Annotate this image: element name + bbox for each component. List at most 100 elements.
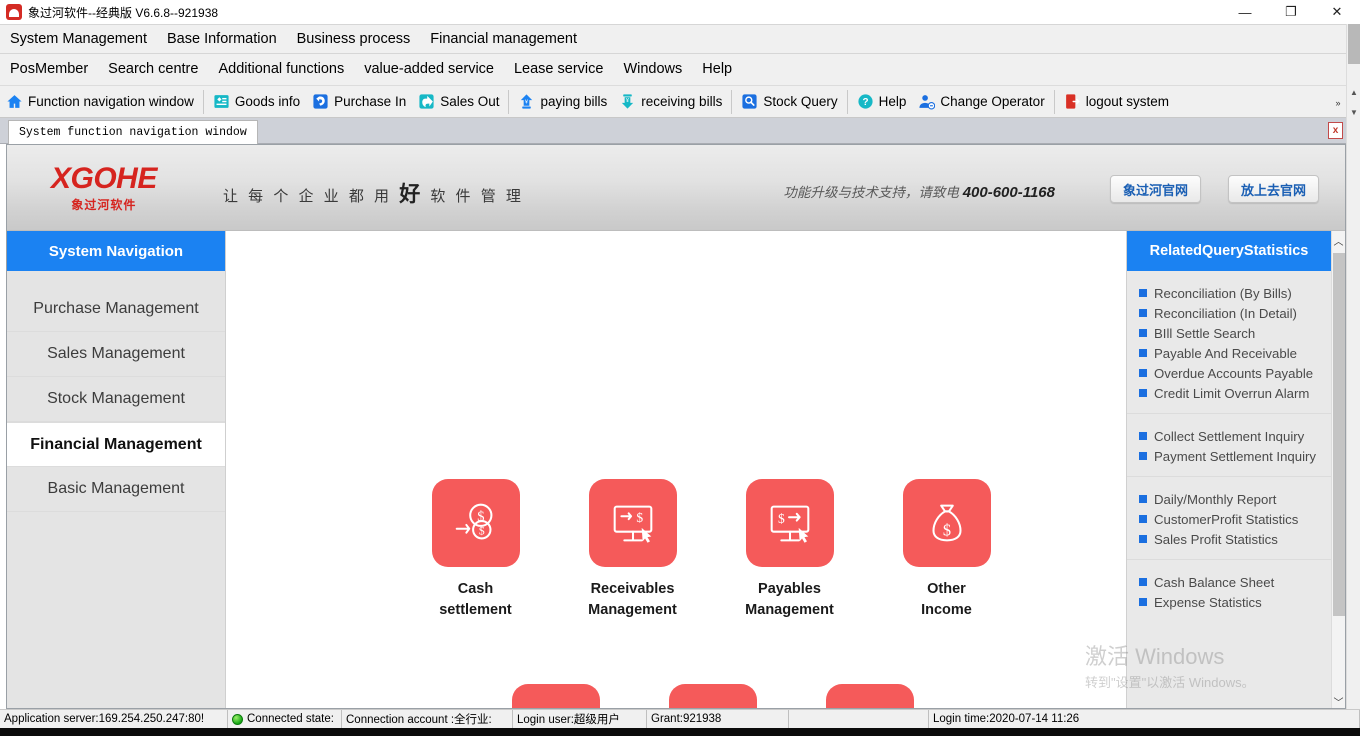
go-to-site-button-label: 放上去官网	[1240, 182, 1306, 198]
official-site-button[interactable]: 象过河官网	[1109, 175, 1201, 203]
right-panel-item-sales-profit-statistics[interactable]: Sales Profit Statistics	[1127, 529, 1331, 549]
right-panel-item-credit-limit-overrun-alarm[interactable]: Credit Limit Overrun Alarm	[1127, 383, 1331, 403]
menu-item-additional-functions[interactable]: Additional functions	[208, 62, 354, 77]
menu-item-system-management[interactable]: System Management	[0, 32, 157, 47]
toolbar-button-change-operator[interactable]: Change Operator	[912, 89, 1050, 115]
menu-item-search-centre[interactable]: Search centre	[98, 62, 208, 77]
right-panel-item-cash-balance-sheet[interactable]: Cash Balance Sheet	[1127, 572, 1331, 592]
scroll-down-icon[interactable]: ▼	[1347, 104, 1360, 120]
right-panel-item-payment-settlement-inquiry[interactable]: Payment Settlement Inquiry	[1127, 446, 1331, 466]
go-to-site-button[interactable]: 放上去官网	[1227, 175, 1319, 203]
menu-item-windows[interactable]: Windows	[613, 62, 692, 77]
bullet-square-icon	[1139, 389, 1147, 397]
function-tile-label: Cash settlement	[439, 579, 512, 621]
window-scrollbar[interactable]: ▲ ▼	[1346, 24, 1360, 718]
toolbar-button-label: Stock Query	[763, 94, 838, 109]
right-panel-item-customerprofit-statistics[interactable]: CustomerProfit Statistics	[1127, 509, 1331, 529]
right-panel-item-reconciliation-in-detail[interactable]: Reconciliation (In Detail)	[1127, 303, 1331, 323]
right-panel-item-label: Daily/Monthly Report	[1154, 491, 1277, 507]
menu-bar-secondary: PosMember Search centre Additional functio…	[0, 53, 1346, 85]
toolbar-button-goods-info[interactable]: Goods info	[207, 89, 306, 115]
sidebar-item-basic-management[interactable]: Basic Management	[7, 467, 225, 512]
support-phone-number: 400-600-1168	[962, 184, 1055, 201]
toolbar-group-3: Stock Query	[735, 89, 843, 115]
maximize-button[interactable]: ❐	[1268, 0, 1314, 24]
sidebar-header: System Navigation	[7, 231, 225, 271]
window-scrollbar-thumb[interactable]	[1348, 24, 1360, 64]
right-panel-item-bill-settle-search[interactable]: BIll Settle Search	[1127, 323, 1331, 343]
right-panel-scrollbar-thumb[interactable]	[1333, 253, 1345, 616]
function-tile-cash-settlement[interactable]: $ $ Cash settlement	[397, 479, 554, 621]
sidebar-item-purchase-management[interactable]: Purchase Management	[7, 287, 225, 332]
sidebar-item-sales-management[interactable]: Sales Management	[7, 332, 225, 377]
right-panel-item-payable-and-receivable[interactable]: Payable And Receivable	[1127, 343, 1331, 363]
question-icon: ?	[857, 93, 874, 110]
menu-item-posmember[interactable]: PosMember	[0, 62, 98, 77]
sidebar-item-label: Purchase Management	[33, 300, 199, 317]
goods-icon	[213, 93, 230, 110]
toolbar-button-label: Goods info	[234, 94, 301, 109]
function-tile-label-line1: Other	[927, 581, 966, 597]
title-bar: 象过河软件--经典版 V6.6.8--921938 — ❐ ✕	[0, 0, 1360, 24]
menu-item-base-information[interactable]: Base Information	[157, 32, 287, 47]
right-panel-item-label: Payment Settlement Inquiry	[1154, 448, 1316, 464]
svg-text:$: $	[478, 525, 484, 538]
tab-label: System function navigation window	[19, 126, 247, 139]
down-arrow-icon: ¥	[619, 93, 636, 110]
toolbar-button-stock-query[interactable]: Stock Query	[735, 89, 843, 115]
right-panel-scroll-up-icon[interactable]: ︿	[1332, 231, 1345, 249]
toolbar-group-1: Goods info Purchase In Sales Out	[207, 89, 506, 115]
menu-item-value-added-service[interactable]: value-added service	[354, 62, 504, 77]
right-panel-item-label: Sales Profit Statistics	[1154, 531, 1278, 547]
function-tile-other-income[interactable]: $ Other Income	[868, 479, 1025, 621]
right-panel-item-overdue-accounts-payable[interactable]: Overdue Accounts Payable	[1127, 363, 1331, 383]
toolbar-button-receiving-bills[interactable]: ¥ receiving bills	[613, 89, 728, 115]
sidebar-item-financial-management[interactable]: Financial Management	[7, 422, 225, 467]
right-panel-group-3: Cash Balance Sheet Expense Statistics	[1127, 560, 1331, 622]
function-tile-payables-management[interactable]: $ Payables Management	[711, 479, 868, 621]
right-panel-scrollbar[interactable]: ︿ ﹀	[1331, 231, 1345, 709]
right-panel-scroll-down-icon[interactable]: ﹀	[1332, 692, 1345, 709]
menu-item-financial-management[interactable]: Financial management	[420, 32, 587, 47]
function-tile-label: Payables Management	[745, 579, 834, 621]
window-title: 象过河软件--经典版 V6.6.8--921938	[28, 5, 219, 20]
function-tile-payment-settlement[interactable]: $$PaymentSettlement	[477, 684, 634, 708]
function-tile-receivables-management[interactable]: $ Receivables Management	[554, 479, 711, 621]
toolbar-button-help[interactable]: ? Help	[851, 89, 913, 115]
right-panel-item-expense-statistics[interactable]: Expense Statistics	[1127, 592, 1331, 612]
client-area: XGOHE 象过河软件 让 每 个 企 业 都 用 好 软 件 管 理 功能升级…	[6, 144, 1346, 709]
toolbar-button-label: paying bills	[540, 94, 608, 109]
bullet-square-icon	[1139, 329, 1147, 337]
menu-item-business-process[interactable]: Business process	[287, 32, 421, 47]
status-application-server: Application server:169.254.250.247:80!	[0, 710, 228, 728]
home-icon	[6, 93, 23, 110]
toolbar-button-purchase-in[interactable]: Purchase In	[306, 89, 412, 115]
toolbar-button-logout-system[interactable]: logout system	[1058, 89, 1175, 115]
function-tile-transfer-order[interactable]: TransferOrder	[634, 684, 791, 708]
toolbar-separator	[508, 89, 510, 114]
minimize-button[interactable]: —	[1222, 0, 1268, 24]
toolbar-button-sales-out[interactable]: Sales Out	[412, 89, 505, 115]
right-panel-item-label: Overdue Accounts Payable	[1154, 365, 1314, 381]
toolbar-button-label: logout system	[1085, 94, 1169, 109]
right-panel-item-reconciliation-by-bills[interactable]: Reconciliation (By Bills)	[1127, 283, 1331, 303]
tab-system-function-navigation[interactable]: System function navigation window	[8, 120, 258, 144]
right-panel-item-label: Collect Settlement Inquiry	[1154, 428, 1305, 444]
menu-item-help[interactable]: Help	[692, 62, 742, 77]
status-connection-state: Connected state:	[228, 710, 342, 728]
right-panel-item-daily-monthly-report[interactable]: Daily/Monthly Report	[1127, 489, 1331, 509]
toolbar-button-paying-bills[interactable]: ¥ paying bills	[512, 89, 613, 115]
toolbar-button-function-navigation-window[interactable]: Function navigation window	[0, 89, 200, 115]
tab-close-icon[interactable]: x	[1328, 122, 1343, 139]
support-phone-text: 功能升级与技术支持，请致电 400-600-1168	[783, 181, 1055, 201]
scroll-up-icon[interactable]: ▲	[1347, 84, 1360, 100]
function-tile-general-cost-sheet[interactable]: $GeneralCost Sheet	[791, 684, 948, 708]
payment-settlement-icon: $$	[511, 684, 600, 708]
right-panel-item-label: Expense Statistics	[1154, 594, 1262, 610]
menu-item-lease-service[interactable]: Lease service	[504, 62, 613, 77]
toolbar-overflow-button[interactable]: »	[1330, 86, 1346, 119]
right-panel-item-collect-settlement-inquiry[interactable]: Collect Settlement Inquiry	[1127, 426, 1331, 446]
close-button[interactable]: ✕	[1314, 0, 1360, 24]
sidebar-item-stock-management[interactable]: Stock Management	[7, 377, 225, 422]
slogan-part2: 软 件 管 理	[423, 188, 524, 205]
